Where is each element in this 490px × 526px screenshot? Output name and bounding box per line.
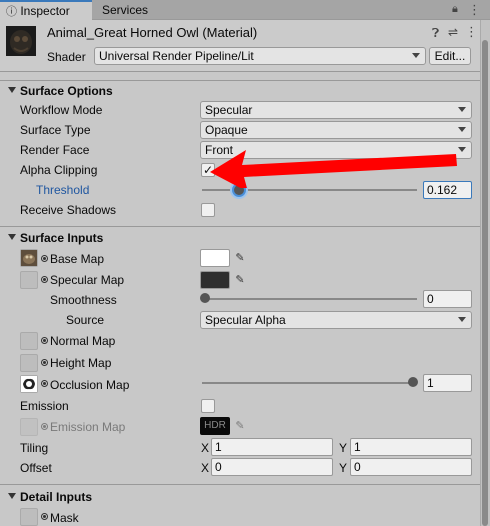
smoothness-label: Smoothness bbox=[50, 293, 117, 307]
eyedropper-icon[interactable]: ✎ bbox=[232, 249, 248, 267]
texture-dot-icon[interactable] bbox=[41, 380, 48, 387]
detail-inputs-title[interactable]: Detail Inputs bbox=[20, 489, 92, 505]
specular-map-texture-slot[interactable] bbox=[20, 271, 38, 289]
normal-map-label: Normal Map bbox=[50, 334, 116, 348]
foldout-arrow-icon[interactable] bbox=[8, 234, 16, 240]
occlusion-input[interactable]: 1 bbox=[423, 374, 472, 392]
offset-x-label: X bbox=[201, 461, 210, 475]
offset-x-input[interactable]: 0 bbox=[211, 458, 333, 476]
texture-dot-icon[interactable] bbox=[41, 337, 48, 344]
divider bbox=[0, 226, 480, 227]
red-arrow-annotation bbox=[210, 150, 457, 188]
threshold-label: Threshold bbox=[36, 183, 90, 197]
shader-label: Shader bbox=[47, 50, 86, 64]
alpha-clipping-label: Alpha Clipping bbox=[20, 163, 98, 177]
edit-shader-button[interactable]: Edit... bbox=[429, 47, 471, 65]
chevron-down-icon bbox=[458, 147, 466, 152]
tiling-label: Tiling bbox=[20, 441, 49, 455]
normal-map-texture-slot[interactable] bbox=[20, 332, 38, 350]
eyedropper-icon: ✎ bbox=[235, 420, 245, 432]
emission-checkbox[interactable] bbox=[201, 399, 215, 413]
tiling-x-input[interactable]: 1 bbox=[211, 438, 333, 456]
occlusion-map-label: Occlusion Map bbox=[50, 378, 130, 392]
source-value: Specular Alpha bbox=[205, 313, 286, 327]
workflow-mode-dropdown[interactable]: Specular bbox=[200, 101, 472, 119]
specular-map-color-swatch[interactable] bbox=[200, 271, 230, 289]
foldout-arrow-icon[interactable] bbox=[8, 493, 16, 499]
base-map-color-swatch[interactable] bbox=[200, 249, 230, 267]
texture-dot-icon[interactable] bbox=[41, 513, 48, 520]
chevron-down-icon bbox=[458, 107, 466, 112]
specular-map-label: Specular Map bbox=[50, 273, 125, 287]
chevron-down-icon bbox=[458, 317, 466, 322]
more-icon[interactable]: ⋮ bbox=[465, 24, 478, 40]
texture-dot-icon[interactable] bbox=[41, 359, 48, 366]
height-map-label: Height Map bbox=[50, 356, 112, 370]
workflow-mode-label: Workflow Mode bbox=[20, 103, 103, 117]
chevron-down-icon bbox=[412, 53, 420, 58]
occlusion-slider-track[interactable] bbox=[202, 382, 417, 384]
help-icon[interactable]: ❓︎ bbox=[432, 26, 439, 41]
receive-shadows-checkbox[interactable] bbox=[201, 203, 215, 217]
texture-dot-icon bbox=[41, 423, 48, 430]
occlusion-map-texture-slot[interactable] bbox=[20, 375, 38, 393]
emission-map-texture-slot bbox=[20, 418, 38, 436]
smoothness-input[interactable]: 0 bbox=[423, 290, 472, 308]
tab-inspector[interactable]: ⓘ Inspector bbox=[0, 0, 92, 20]
base-map-texture-slot[interactable] bbox=[20, 249, 38, 267]
foldout-arrow-icon[interactable] bbox=[8, 87, 16, 93]
tab-services[interactable]: Services bbox=[96, 0, 166, 20]
tiling-x-label: X bbox=[201, 441, 210, 455]
surface-type-dropdown[interactable]: Opaque bbox=[200, 121, 472, 139]
tab-inspector-label: Inspector bbox=[20, 4, 70, 18]
emission-hdr-swatch: HDR bbox=[200, 417, 230, 435]
render-face-label: Render Face bbox=[20, 143, 90, 157]
workflow-mode-value: Specular bbox=[205, 103, 253, 117]
material-name: Animal_Great Horned Owl (Material) bbox=[47, 25, 258, 40]
mask-texture-slot[interactable] bbox=[20, 508, 38, 526]
height-map-texture-slot[interactable] bbox=[20, 354, 38, 372]
source-label: Source bbox=[66, 313, 105, 327]
scrollbar-thumb[interactable] bbox=[482, 40, 488, 526]
offset-y-input[interactable]: 0 bbox=[350, 458, 472, 476]
texture-dot-icon[interactable] bbox=[41, 276, 48, 283]
source-dropdown[interactable]: Specular Alpha bbox=[200, 311, 472, 329]
preset-icon[interactable]: ⇌ bbox=[448, 25, 458, 39]
texture-dot-icon[interactable] bbox=[41, 255, 48, 262]
menu-icon[interactable]: ⋮ bbox=[468, 2, 481, 18]
surface-type-label: Surface Type bbox=[20, 123, 91, 137]
occlusion-slider-handle[interactable] bbox=[408, 377, 418, 387]
surface-type-value: Opaque bbox=[205, 123, 248, 137]
divider bbox=[0, 484, 480, 485]
inspector-icon: ⓘ bbox=[6, 6, 17, 18]
shader-value: Universal Render Pipeline/Lit bbox=[99, 49, 254, 63]
base-map-label: Base Map bbox=[50, 252, 105, 266]
shader-dropdown[interactable]: Universal Render Pipeline/Lit bbox=[94, 47, 426, 65]
receive-shadows-label: Receive Shadows bbox=[20, 203, 117, 217]
tiling-y-input[interactable]: 1 bbox=[350, 438, 472, 456]
tab-services-label: Services bbox=[102, 3, 149, 17]
smoothness-slider-track[interactable] bbox=[202, 298, 417, 300]
material-thumbnail bbox=[6, 26, 36, 56]
eyedropper-icon[interactable]: ✎ bbox=[232, 271, 248, 289]
chevron-down-icon bbox=[458, 127, 466, 132]
surface-inputs-title[interactable]: Surface Inputs bbox=[20, 230, 103, 246]
smoothness-slider-handle[interactable] bbox=[200, 293, 210, 303]
mask-label: Mask bbox=[50, 511, 79, 525]
offset-y-label: Y bbox=[339, 461, 348, 475]
emission-label: Emission bbox=[20, 399, 69, 413]
tiling-y-label: Y bbox=[339, 441, 348, 455]
surface-options-title[interactable]: Surface Options bbox=[20, 83, 113, 99]
emission-map-label: Emission Map bbox=[50, 420, 126, 434]
lock-icon[interactable]: 🔒︎ bbox=[452, 3, 458, 16]
offset-label: Offset bbox=[20, 461, 52, 475]
divider bbox=[0, 80, 480, 81]
